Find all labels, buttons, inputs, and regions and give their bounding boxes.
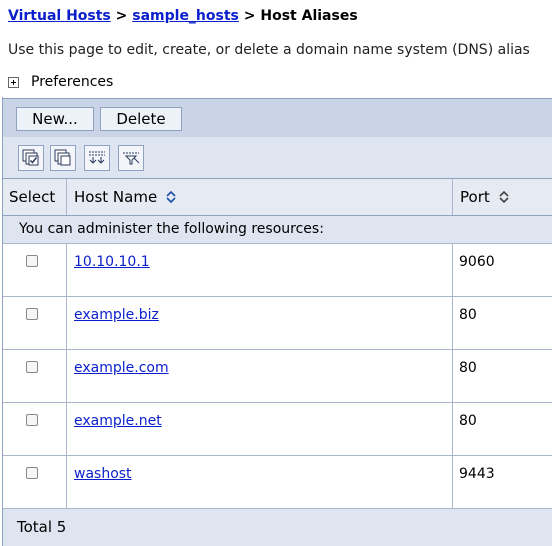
table-row: washost 9443 (3, 456, 552, 509)
port-label: Port (460, 188, 490, 206)
table-header: Select Host Name Port (3, 179, 552, 216)
host-name-link[interactable]: example.com (74, 360, 169, 376)
info-text: You can administer the following resourc… (19, 221, 324, 237)
table-row: example.com 80 (3, 350, 552, 403)
column-header-host-name[interactable]: Host Name (74, 179, 177, 215)
breadcrumb-virtual-hosts[interactable]: Virtual Hosts (8, 8, 111, 24)
expand-plus-icon[interactable] (8, 76, 19, 88)
host-name-link[interactable]: washost (74, 466, 132, 482)
page-description: Use this page to edit, create, or delete… (8, 42, 530, 58)
column-divider (66, 244, 67, 509)
deselect-all-icon[interactable] (50, 145, 76, 171)
sort-icon[interactable] (498, 190, 510, 204)
breadcrumb-separator: > (243, 8, 256, 24)
breadcrumb: Virtual Hosts > sample_hosts > Host Alia… (8, 8, 358, 24)
column-header-select: Select (9, 188, 56, 206)
table-total-row: Total 5 (3, 509, 552, 546)
port-value: 80 (459, 413, 477, 429)
breadcrumb-current-page: Host Aliases (260, 8, 358, 24)
clear-filter-icon[interactable] (118, 145, 144, 171)
row-select-checkbox[interactable] (26, 361, 38, 373)
show-filter-icon[interactable] (84, 145, 110, 171)
port-value: 80 (459, 360, 477, 376)
row-select-checkbox[interactable] (26, 414, 38, 426)
port-value: 80 (459, 307, 477, 323)
select-all-icon[interactable] (18, 145, 44, 171)
sort-icon[interactable] (165, 190, 177, 204)
column-divider (66, 179, 67, 215)
new-button[interactable]: New... (16, 107, 94, 131)
column-divider (452, 244, 453, 509)
total-count: Total 5 (17, 518, 67, 536)
column-divider (452, 179, 453, 215)
row-select-checkbox[interactable] (26, 467, 38, 479)
table-info-row: You can administer the following resourc… (3, 216, 552, 244)
row-select-checkbox[interactable] (26, 255, 38, 267)
host-name-link[interactable]: 10.10.10.1 (74, 254, 150, 270)
port-value: 9443 (459, 466, 495, 482)
preferences-toggle[interactable]: Preferences (8, 74, 113, 90)
table-row: 10.10.10.1 9060 (3, 244, 552, 297)
port-value: 9060 (459, 254, 495, 270)
delete-button[interactable]: Delete (100, 107, 182, 131)
breadcrumb-sample-hosts[interactable]: sample_hosts (132, 8, 239, 24)
breadcrumb-separator: > (115, 8, 128, 24)
host-name-label: Host Name (74, 188, 158, 206)
host-name-link[interactable]: example.net (74, 413, 162, 429)
table-row: example.net 80 (3, 403, 552, 456)
row-select-checkbox[interactable] (26, 308, 38, 320)
preferences-label: Preferences (31, 74, 114, 90)
host-name-link[interactable]: example.biz (74, 307, 159, 323)
table-row: example.biz 80 (3, 297, 552, 350)
column-header-port[interactable]: Port (460, 179, 510, 215)
